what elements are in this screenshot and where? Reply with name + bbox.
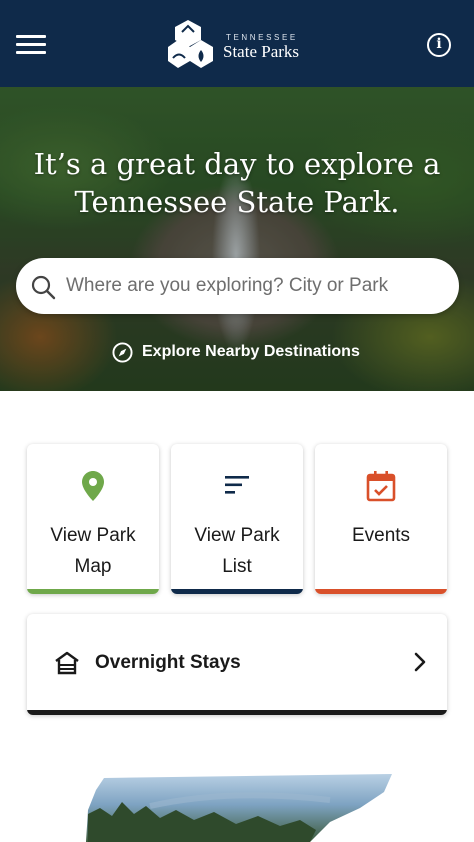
hero-banner: It’s a great day to explore a Tennessee … <box>0 87 474 391</box>
overnight-accent-bar <box>27 710 447 715</box>
hamburger-menu-icon[interactable] <box>16 35 46 55</box>
hero-title: It’s a great day to explore a Tennessee … <box>0 145 474 221</box>
overnight-stays-label: Overnight Stays <box>95 652 241 673</box>
tile-label-line: Events <box>351 525 411 546</box>
tennessee-map-image <box>86 774 392 842</box>
view-park-list-label: View Park List <box>179 520 295 582</box>
logo-cubes-icon <box>168 20 213 68</box>
events-label: Events <box>323 520 439 551</box>
chevron-right-icon <box>414 652 426 672</box>
tile-accent-bar <box>315 589 447 594</box>
explore-nearby-label: Explore Nearby Destinations <box>142 343 360 360</box>
hero-title-line-2: Tennessee State Park. <box>74 185 400 219</box>
tile-label-line: View Park <box>50 525 136 546</box>
cabin-icon <box>55 651 79 675</box>
hero-title-line-1: It’s a great day to explore a <box>33 147 441 181</box>
map-pin-icon <box>82 471 104 501</box>
compass-icon <box>112 341 133 363</box>
tile-label-line: Map <box>74 556 112 577</box>
tile-accent-bar <box>27 589 159 594</box>
search-bar[interactable] <box>16 258 459 314</box>
top-bar: TENNESSEE State Parks i <box>0 0 474 87</box>
list-icon <box>225 476 249 494</box>
events-button[interactable]: Events <box>315 444 447 594</box>
view-park-map-button[interactable]: View Park Map <box>27 444 159 594</box>
view-park-map-label: View Park Map <box>35 520 151 582</box>
info-icon[interactable]: i <box>427 33 451 57</box>
calendar-icon <box>366 471 396 502</box>
view-park-list-button[interactable]: View Park List <box>171 444 303 594</box>
search-input[interactable] <box>66 266 446 306</box>
logo-text-main: State Parks <box>223 42 300 61</box>
tile-label-line: List <box>222 556 252 577</box>
explore-nearby-link[interactable]: Explore Nearby Destinations <box>112 340 360 364</box>
tile-label-line: View Park <box>194 525 280 546</box>
logo-text-top: TENNESSEE <box>226 33 298 42</box>
logo[interactable]: TENNESSEE State Parks <box>168 18 308 70</box>
overnight-stays-button[interactable]: Overnight Stays <box>27 614 447 715</box>
search-icon <box>31 275 56 300</box>
tile-accent-bar <box>171 589 303 594</box>
